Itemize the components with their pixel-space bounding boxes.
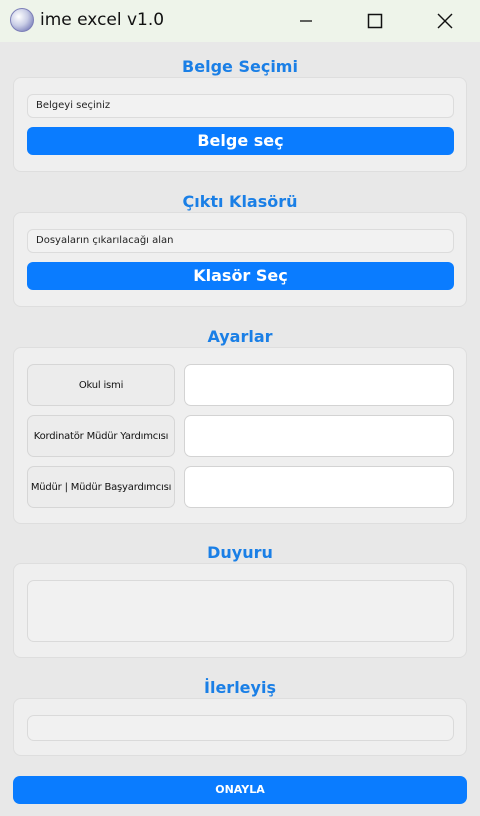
coordinator-input[interactable] [184, 415, 454, 457]
notice-text-area [27, 580, 454, 642]
output-path-field: Dosyaların çıkarılacağı alan [27, 229, 454, 253]
maximize-icon [367, 13, 383, 29]
school-name-input[interactable] [184, 364, 454, 406]
output-section-title: Çıktı Klasörü [182, 192, 298, 211]
output-panel: Dosyaların çıkarılacağı alan Klasör Seç [13, 212, 467, 307]
progress-panel [13, 698, 467, 756]
settings-section-title: Ayarlar [207, 327, 273, 346]
minimize-icon [300, 20, 312, 22]
school-name-label: Okul ismi [27, 364, 175, 406]
settings-panel: Okul ismi Kordinatör Müdür Yardımcısı Mü… [13, 347, 467, 524]
confirm-button[interactable]: ONAYLA [13, 776, 467, 804]
select-folder-button[interactable]: Klasör Seç [27, 262, 454, 290]
notice-section-title: Duyuru [207, 543, 273, 562]
close-button[interactable] [410, 0, 480, 42]
close-icon [437, 13, 453, 29]
window-titlebar[interactable]: ime excel v1.0 [0, 0, 480, 42]
document-section-title: Belge Seçimi [182, 57, 298, 76]
maximize-button[interactable] [340, 0, 410, 42]
select-document-button[interactable]: Belge seç [27, 127, 454, 155]
coordinator-label: Kordinatör Müdür Yardımcısı [27, 415, 175, 457]
window-title: ime excel v1.0 [40, 10, 165, 30]
document-panel: Belgeyi seçiniz Belge seç [13, 77, 467, 172]
progress-bar [27, 715, 454, 741]
principal-input[interactable] [184, 466, 454, 508]
progress-section-title: İlerleyiş [204, 678, 276, 697]
minimize-button[interactable] [271, 0, 341, 42]
app-logo-icon [10, 8, 34, 32]
document-path-field: Belgeyi seçiniz [27, 94, 454, 118]
notice-panel [13, 563, 467, 658]
principal-label: Müdür | Müdür Başyardımcısı [27, 466, 175, 508]
